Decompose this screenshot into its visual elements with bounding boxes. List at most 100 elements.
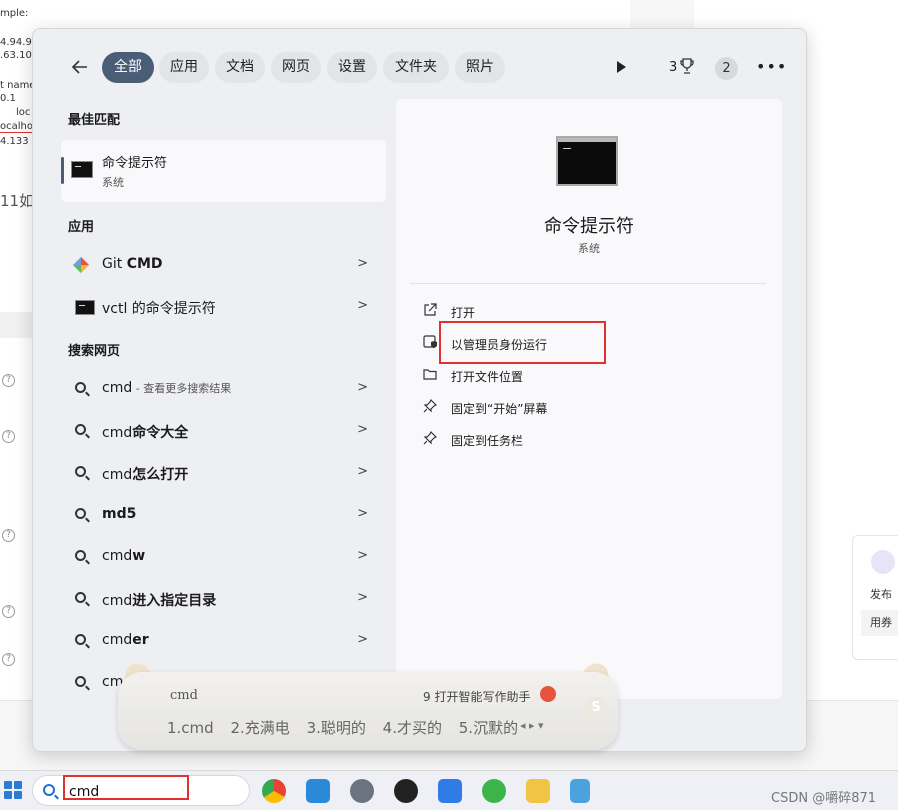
publish-icon — [871, 550, 895, 574]
ime-composition-text: cmd — [170, 688, 198, 703]
command-prompt-icon — [71, 161, 93, 178]
search-icon — [75, 550, 86, 561]
annotation-highlight-search — [63, 775, 189, 800]
help-icon: ? — [2, 653, 15, 666]
ime-candidate[interactable]: 3.聪明的 — [307, 719, 366, 737]
detail-pane: 命令提示符 系统 打开 以管理员身份运行 打开文件位置 固定到“开始”屏幕 固定… — [396, 99, 782, 699]
app-item-vctl[interactable]: vctl 的命令提示符 > — [61, 290, 386, 324]
command-prompt-icon — [556, 136, 618, 186]
ime-candidate[interactable]: 1.cmd — [167, 719, 214, 737]
app-item-git-cmd[interactable]: Git CMD > — [61, 248, 386, 282]
tab-folders[interactable]: 文件夹 — [383, 52, 449, 83]
chevron-right-icon[interactable]: > — [357, 464, 368, 479]
chevron-right-icon[interactable]: > — [357, 298, 368, 313]
help-icon: ? — [2, 430, 15, 443]
settings-icon[interactable] — [350, 779, 374, 803]
tab-photos[interactable]: 照片 — [455, 52, 505, 83]
chevron-right-icon[interactable]: > — [357, 422, 368, 437]
chevron-right-icon[interactable]: > — [357, 506, 368, 521]
web-result-item[interactable]: cmdw > — [61, 540, 386, 574]
web-result-item[interactable]: cmd - 查看更多搜索结果 > — [61, 372, 386, 406]
background-bar — [0, 312, 32, 338]
best-match-item[interactable]: 命令提示符 系统 — [61, 140, 386, 202]
ime-assistant-link[interactable]: 9 打开智能写作助手 — [423, 688, 530, 705]
web-result-item[interactable]: cmd怎么打开 > — [61, 456, 386, 490]
best-match-title: 命令提示符 — [102, 156, 168, 171]
ime-candidate[interactable]: 4.才买的 — [383, 719, 442, 737]
bg-snippet: mple: — [0, 8, 29, 19]
web-result-item[interactable]: cmd进入指定目录 > — [61, 582, 386, 616]
results-list: 最佳匹配 命令提示符 系统 应用 Git CMD > vctl 的命令提示符 >… — [33, 99, 393, 751]
divider — [410, 283, 766, 284]
chevron-right-icon[interactable]: > — [357, 256, 368, 271]
rewards-count[interactable]: 3 — [669, 60, 677, 75]
web-result-label: cmd - 查看更多搜索结果 — [102, 380, 232, 396]
shield-icon — [423, 335, 437, 349]
bg-snippet: 4.94.97 — [0, 37, 32, 48]
detail-title: 命令提示符 — [544, 216, 634, 237]
bg-snippet: 0.1 — [0, 93, 16, 104]
web-result-label: cmd进入指定目录 — [102, 593, 217, 609]
search-icon — [43, 784, 55, 796]
app-item-label: Git CMD — [102, 256, 163, 272]
pin-icon — [423, 398, 438, 413]
wechat-icon[interactable] — [482, 779, 506, 803]
chrome-icon[interactable] — [262, 779, 286, 803]
publish-label: 发布 — [870, 588, 892, 601]
bg-snippet: 4.133 r — [0, 136, 32, 147]
help-icon: ? — [2, 374, 15, 387]
bg-snippet: loc — [16, 107, 31, 118]
play-icon[interactable] — [617, 61, 626, 73]
tab-all[interactable]: 全部 — [102, 52, 154, 83]
web-result-item[interactable]: cmder > — [61, 624, 386, 658]
chevron-right-icon[interactable]: > — [357, 632, 368, 647]
ime-logo-icon[interactable] — [540, 686, 556, 702]
web-result-item[interactable]: cmd命令大全 > — [61, 414, 386, 448]
open-icon — [423, 303, 437, 317]
chevron-right-icon[interactable]: > — [357, 590, 368, 605]
ime-page-nav-icon[interactable]: ◂ ▸ ▾ — [520, 719, 544, 732]
bg-snippet: .63.10 — [0, 50, 32, 61]
search-icon — [75, 592, 86, 603]
search-icon — [75, 382, 86, 393]
feishu-icon[interactable] — [438, 779, 462, 803]
trophy-icon[interactable] — [680, 58, 694, 74]
background-left-content: mple: 4.94.97 .63.10 t name 0.1 loc ocal… — [0, 0, 32, 700]
web-result-item[interactable]: md5 > — [61, 498, 386, 532]
tab-settings[interactable]: 设置 — [327, 52, 377, 83]
chevron-right-icon[interactable]: > — [357, 548, 368, 563]
account-badge[interactable]: 2 — [715, 57, 738, 80]
ime-candidate[interactable]: 5.沉默的 — [459, 719, 518, 737]
coupon-label: 用券 — [861, 610, 898, 636]
action-label: 固定到任务栏 — [451, 434, 524, 448]
bg-snippet: 11如1 — [0, 192, 32, 210]
action-label: 打开 — [451, 306, 476, 320]
tab-apps[interactable]: 应用 — [159, 52, 209, 83]
ime-candidate[interactable]: 2.充满电 — [230, 719, 289, 737]
sogou-icon[interactable]: S — [585, 697, 607, 719]
tab-documents[interactable]: 文档 — [215, 52, 265, 83]
windows-start-icon[interactable] — [4, 781, 22, 799]
publish-panel[interactable]: 发布 用券 — [852, 535, 898, 660]
back-arrow-icon[interactable] — [69, 56, 91, 78]
git-icon — [72, 256, 90, 274]
tab-web[interactable]: 网页 — [271, 52, 321, 83]
more-options-icon[interactable]: ••• — [756, 57, 787, 76]
ime-candidate-window: cmd 9 打开智能写作助手 S 1.cmd 2.充满电 3.聪明的 4.才买的… — [118, 672, 618, 750]
web-result-label: cmd命令大全 — [102, 425, 189, 441]
selection-indicator — [61, 157, 64, 184]
web-result-label: cmdw — [102, 548, 146, 564]
apps-heading: 应用 — [68, 220, 95, 235]
notepad-icon[interactable] — [570, 779, 590, 803]
folder-icon — [423, 367, 437, 381]
file-explorer-icon[interactable] — [526, 779, 550, 803]
action-label: 打开文件位置 — [451, 370, 524, 384]
chevron-right-icon[interactable]: > — [357, 380, 368, 395]
search-icon — [75, 424, 86, 435]
web-result-label: md5 — [102, 506, 137, 522]
background-strip — [630, 0, 694, 28]
web-search-heading: 搜索网页 — [68, 344, 121, 359]
best-match-subtitle: 系统 — [102, 176, 124, 189]
qq-icon[interactable] — [394, 779, 418, 803]
vscode-icon[interactable] — [306, 779, 330, 803]
